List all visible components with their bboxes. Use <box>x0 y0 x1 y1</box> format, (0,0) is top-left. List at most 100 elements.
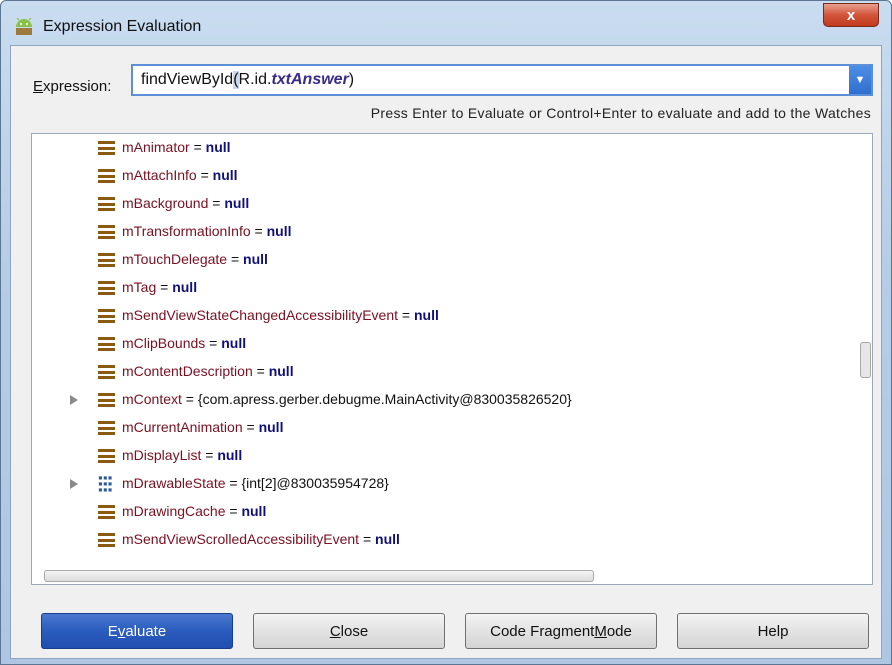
tree-row-text: mTransformationInfo = null <box>122 223 292 239</box>
field-value: {com.apress.gerber.debugme.MainActivity@… <box>197 391 572 407</box>
field-icon <box>98 449 115 463</box>
close-button[interactable]: Close <box>253 613 445 649</box>
field-value: null <box>243 251 268 267</box>
tree-row[interactable]: mDisplayList = null <box>32 442 852 470</box>
tree-row[interactable]: mAttachInfo = null <box>32 162 852 190</box>
tree-row-text: mTag = null <box>122 279 197 295</box>
field-value: null <box>268 363 294 379</box>
equals-sign: = <box>398 307 414 323</box>
tree-row-text: mAnimator = null <box>122 139 231 155</box>
horizontal-scrollbar-thumb[interactable] <box>44 570 594 582</box>
field-name: mContext <box>122 391 182 407</box>
tree-row-text: mSendViewScrolledAccessibilityEvent = nu… <box>122 531 400 547</box>
tree-row[interactable]: mSendViewStateChangedAccessibilityEvent … <box>32 302 852 330</box>
dialog-body: Expression: findViewById(R.id. txtAnswer)… <box>10 45 882 659</box>
equals-sign: = <box>189 139 206 155</box>
tree-row[interactable]: mTag = null <box>32 274 852 302</box>
field-icon <box>98 365 115 379</box>
tree-row[interactable]: mContentDescription = null <box>32 358 852 386</box>
equals-sign: = <box>227 251 244 267</box>
tree-row-text: mDisplayList = null <box>122 447 242 463</box>
field-icon <box>98 169 115 183</box>
field-name: mAttachInfo <box>122 167 197 183</box>
history-dropdown-button[interactable]: ▼ <box>849 66 871 94</box>
field-icon <box>98 505 115 519</box>
field-icon <box>98 309 115 323</box>
equals-sign: = <box>225 503 242 519</box>
equals-sign: = <box>196 167 213 183</box>
field-value: null <box>212 167 238 183</box>
equals-sign: = <box>359 531 376 547</box>
field-value: null <box>221 335 247 351</box>
result-tree[interactable]: mAnimator = null mAttachInfo = null mBackg… <box>31 133 873 585</box>
field-name: mDrawingCache <box>122 503 226 519</box>
field-icon <box>98 533 115 547</box>
field-value: null <box>172 279 198 295</box>
equals-sign: = <box>250 223 267 239</box>
field-name: mTouchDelegate <box>122 251 228 267</box>
tree-row-text: mClipBounds = null <box>122 335 246 351</box>
window-title: Expression Evaluation <box>43 18 202 35</box>
field-icon <box>98 421 115 435</box>
tree-row[interactable]: mAnimator = null <box>32 134 852 162</box>
field-value: null <box>413 307 439 323</box>
tree-row[interactable]: mTouchDelegate = null <box>32 246 852 274</box>
field-icon <box>98 337 115 351</box>
equals-sign: = <box>201 447 218 463</box>
expression-input[interactable]: findViewById(R.id. txtAnswer) ▼ <box>131 64 873 96</box>
field-icon <box>98 141 115 155</box>
help-button[interactable]: Help <box>677 613 869 649</box>
android-icon <box>16 18 32 35</box>
equals-sign: = <box>225 475 242 491</box>
tree-row[interactable]: ▪▪▪ ▪▪▪ ▪▪▪ mDrawableState = {int[2]@830035… <box>32 470 852 498</box>
field-name: mDrawableState <box>122 475 226 491</box>
field-name: mSendViewScrolledAccessibilityEvent <box>122 531 360 547</box>
field-value: null <box>375 531 400 547</box>
tree-row[interactable]: mTransformationInfo = null <box>32 218 852 246</box>
tree-row-text: mDrawableState = {int[2]@830035954728} <box>122 475 389 491</box>
tree-row-text: mContext = {com.apress.gerber.debugme.Ma… <box>122 391 572 407</box>
field-name: mTag <box>122 279 157 295</box>
equals-sign: = <box>156 279 173 295</box>
field-name: mContentDescription <box>122 363 253 379</box>
field-value: null <box>258 419 284 435</box>
array-icon: ▪▪▪ ▪▪▪ ▪▪▪ <box>98 473 113 494</box>
chevron-down-icon: ▼ <box>854 74 866 86</box>
field-icon <box>98 281 115 295</box>
tree-row[interactable]: mClipBounds = null <box>32 330 852 358</box>
field-value: null <box>224 195 250 211</box>
equals-sign: = <box>242 419 259 435</box>
field-value: null <box>241 503 267 519</box>
field-value: null <box>205 139 231 155</box>
field-icon <box>98 197 115 211</box>
tree-row-text: mAttachInfo = null <box>122 167 238 183</box>
expand-arrow-icon[interactable] <box>70 395 78 405</box>
window-close-button[interactable]: x <box>823 3 879 27</box>
tree-row-text: mContentDescription = null <box>122 363 294 379</box>
tree-row[interactable]: mCurrentAnimation = null <box>32 414 852 442</box>
field-name: mTransformationInfo <box>122 223 251 239</box>
tree-row[interactable]: mSendViewScrolledAccessibilityEvent = nu… <box>32 526 852 554</box>
field-icon <box>98 393 115 407</box>
tree-row-text: mBackground = null <box>122 195 249 211</box>
vertical-scrollbar-thumb[interactable] <box>860 342 871 378</box>
equals-sign: = <box>205 335 222 351</box>
expression-evaluation-window: Expression Evaluation x Expression: find… <box>0 0 892 665</box>
tree-row[interactable]: mContext = {com.apress.gerber.debugme.Ma… <box>32 386 852 414</box>
title-bar: Expression Evaluation x <box>1 1 891 45</box>
code-fragment-mode-button[interactable]: Code Fragment Mode <box>465 613 657 649</box>
tree-row[interactable]: mDrawingCache = null <box>32 498 852 526</box>
close-icon: x <box>846 6 856 24</box>
evaluate-hint: Press Enter to Evaluate or Control+Enter… <box>370 105 871 121</box>
tree-row-text: mDrawingCache = null <box>122 503 266 519</box>
equals-sign: = <box>208 195 225 211</box>
field-icon <box>98 225 115 239</box>
field-icon <box>98 253 115 267</box>
expression-label: Expression: <box>33 78 112 95</box>
evaluate-button[interactable]: Ev aluate <box>41 613 233 649</box>
field-name: mSendViewStateChangedAccessibilityEvent <box>122 307 399 323</box>
expand-arrow-icon[interactable] <box>70 479 78 489</box>
field-value: {int[2]@830035954728} <box>241 475 389 491</box>
field-name: mDisplayList <box>122 447 202 463</box>
tree-row[interactable]: mBackground = null <box>32 190 852 218</box>
